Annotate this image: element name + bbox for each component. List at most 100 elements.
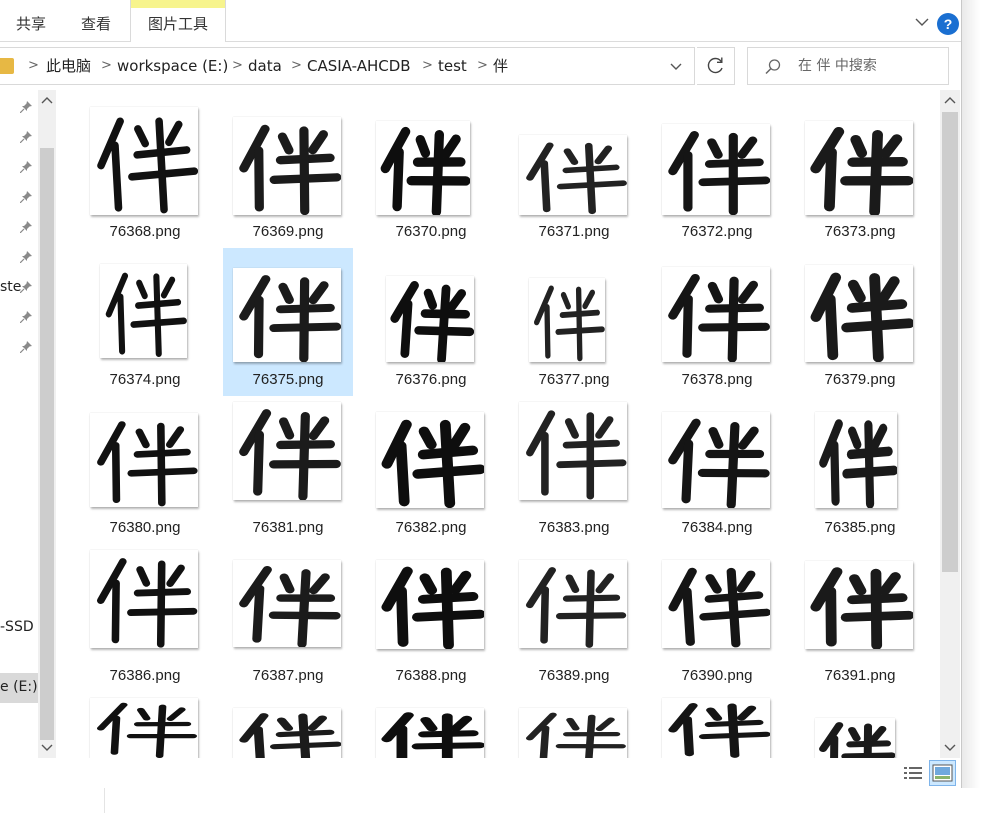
image-thumbnail[interactable] (662, 698, 770, 758)
file-name-label[interactable]: 76386.png (80, 667, 210, 684)
scroll-down-arrow-icon[interactable] (38, 738, 56, 756)
file-tile[interactable]: 76381.png (223, 396, 353, 544)
image-thumbnail[interactable] (233, 708, 341, 758)
image-thumbnail[interactable] (233, 402, 341, 500)
image-thumbnail[interactable] (519, 708, 627, 758)
file-name-label[interactable]: 76374.png (80, 371, 210, 388)
file-name-label[interactable]: 76380.png (80, 519, 210, 536)
image-thumbnail[interactable] (376, 412, 484, 508)
file-tile[interactable]: 76378.png (652, 248, 782, 396)
scroll-up-arrow-icon[interactable] (940, 92, 960, 110)
nav-item-ssd-drive[interactable]: -SSD (0, 619, 34, 635)
image-thumbnail[interactable] (662, 412, 770, 508)
file-tile[interactable]: 76371.png (509, 100, 639, 248)
file-name-label[interactable]: 76388.png (366, 667, 496, 684)
file-tile[interactable]: 76380.png (80, 396, 210, 544)
pin-icon[interactable] (19, 161, 32, 174)
image-thumbnail[interactable] (233, 117, 341, 215)
file-tile[interactable]: 76390.png (652, 544, 782, 692)
image-thumbnail[interactable] (90, 107, 198, 215)
image-thumbnail[interactable] (805, 561, 913, 649)
search-box[interactable] (747, 47, 949, 85)
file-name-label[interactable]: 76381.png (223, 519, 353, 536)
pin-icon[interactable] (19, 221, 32, 234)
scroll-down-arrow-icon[interactable] (940, 738, 960, 756)
file-tile[interactable]: 76387.png (223, 544, 353, 692)
file-tile[interactable]: 76370.png (366, 100, 496, 248)
file-tile[interactable]: 76386.png (80, 544, 210, 692)
breadcrumb-this-pc[interactable]: 此电脑 (46, 48, 91, 84)
file-tile[interactable]: 76372.png (652, 100, 782, 248)
breadcrumb-data[interactable]: data (248, 48, 282, 84)
file-tile[interactable] (795, 692, 925, 758)
file-name-label[interactable]: 76377.png (509, 371, 639, 388)
breadcrumb-separator[interactable]: > (291, 48, 302, 84)
nav-scrollbar-thumb[interactable] (40, 148, 54, 740)
image-thumbnail[interactable] (376, 560, 484, 649)
image-thumbnail[interactable] (805, 265, 913, 362)
file-name-label[interactable]: 76382.png (366, 519, 496, 536)
pin-icon[interactable] (19, 251, 32, 264)
pin-icon[interactable] (19, 281, 32, 294)
image-thumbnail[interactable] (529, 278, 605, 362)
file-tile[interactable]: 76368.png (80, 100, 210, 248)
help-icon[interactable]: ? (937, 13, 959, 35)
file-name-label[interactable]: 76385.png (795, 519, 925, 536)
nav-item-partial-label[interactable]: ste (0, 279, 21, 295)
image-thumbnail[interactable] (815, 718, 895, 758)
file-name-label[interactable]: 76391.png (795, 667, 925, 684)
image-thumbnail[interactable] (662, 267, 770, 362)
pin-icon[interactable] (19, 101, 32, 114)
tab-share[interactable]: 共享 (0, 0, 62, 42)
image-thumbnail[interactable] (815, 412, 897, 508)
file-tile[interactable]: 76369.png (223, 100, 353, 248)
file-tile[interactable] (366, 692, 496, 758)
file-name-label[interactable]: 76390.png (652, 667, 782, 684)
address-bar[interactable]: > 此电脑 > workspace (E:) > data > CASIA-AH… (0, 47, 695, 85)
file-name-label[interactable]: 76384.png (652, 519, 782, 536)
file-tile[interactable] (80, 692, 210, 758)
breadcrumb-separator[interactable]: > (477, 48, 488, 84)
image-thumbnail[interactable] (90, 698, 198, 758)
breadcrumb-separator[interactable]: > (101, 48, 112, 84)
file-tile[interactable] (509, 692, 639, 758)
file-tile[interactable]: 76375.png (223, 248, 353, 396)
breadcrumb-casia-ahcdb[interactable]: CASIA-AHCDB (307, 48, 411, 84)
image-thumbnail[interactable] (519, 560, 627, 648)
file-tile[interactable] (223, 692, 353, 758)
image-thumbnail[interactable] (386, 276, 474, 362)
breadcrumb-test[interactable]: test (438, 48, 467, 84)
image-thumbnail[interactable] (519, 402, 627, 500)
image-thumbnail[interactable] (100, 264, 187, 358)
file-tile[interactable]: 76388.png (366, 544, 496, 692)
details-view-icon[interactable] (902, 763, 924, 783)
file-name-label[interactable]: 76379.png (795, 371, 925, 388)
image-thumbnail[interactable] (233, 268, 341, 362)
breadcrumb-separator[interactable]: > (232, 48, 243, 84)
file-name-label[interactable]: 76368.png (80, 223, 210, 240)
file-tile[interactable]: 76391.png (795, 544, 925, 692)
file-tile[interactable]: 76384.png (652, 396, 782, 544)
file-name-label[interactable]: 76389.png (509, 667, 639, 684)
file-name-label[interactable]: 76387.png (223, 667, 353, 684)
content-scrollbar[interactable] (940, 90, 960, 758)
file-tile[interactable]: 76373.png (795, 100, 925, 248)
image-thumbnail[interactable] (376, 121, 470, 215)
file-tile[interactable]: 76382.png (366, 396, 496, 544)
file-name-label[interactable]: 76373.png (795, 223, 925, 240)
file-name-label[interactable]: 76383.png (509, 519, 639, 536)
image-thumbnail[interactable] (90, 550, 198, 648)
file-name-label[interactable]: 76375.png (223, 371, 353, 388)
address-dropdown-chevron-icon[interactable] (668, 58, 684, 74)
file-name-label[interactable]: 76376.png (366, 371, 496, 388)
tab-view[interactable]: 查看 (64, 0, 128, 42)
file-name-label[interactable]: 76371.png (509, 223, 639, 240)
image-thumbnail[interactable] (90, 413, 198, 507)
large-icons-view-icon[interactable] (929, 760, 956, 786)
file-tile[interactable]: 76383.png (509, 396, 639, 544)
image-thumbnail[interactable] (233, 560, 341, 647)
scroll-up-arrow-icon[interactable] (38, 92, 56, 110)
search-input[interactable] (798, 48, 943, 84)
file-tile[interactable] (652, 692, 782, 758)
content-scrollbar-thumb[interactable] (942, 112, 958, 572)
